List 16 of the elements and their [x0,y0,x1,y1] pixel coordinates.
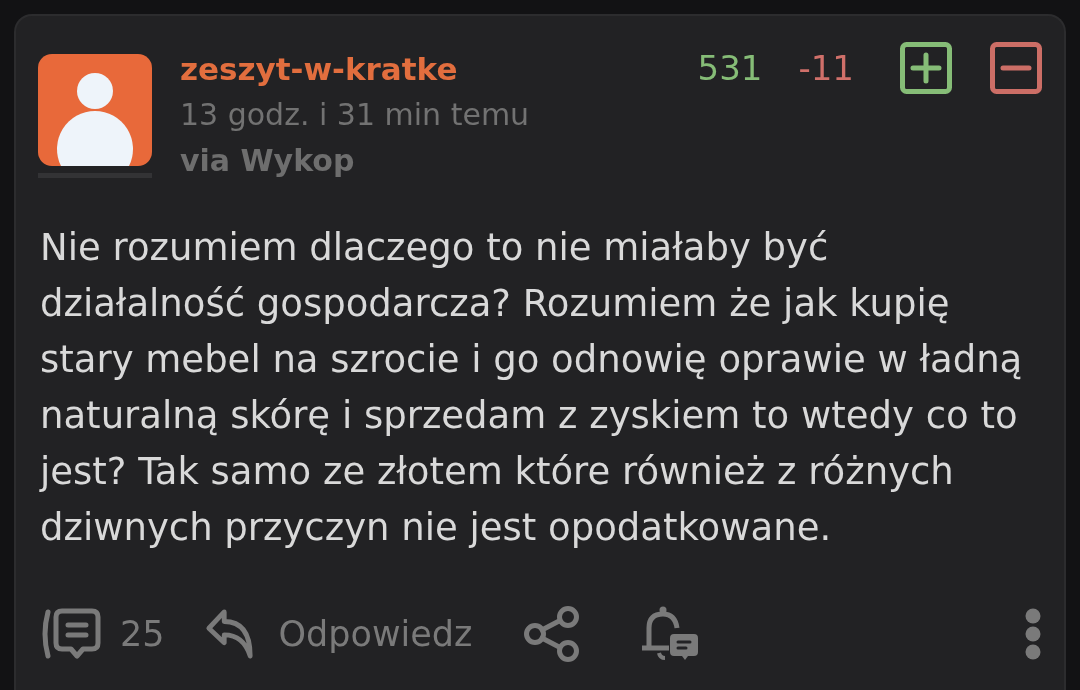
avatar-icon[interactable] [38,54,152,166]
more-options-icon[interactable] [1024,608,1042,660]
post-text: Nie rozumiem dlaczego to nie miałaby być działalność gospodarcza? Rozumiem że jak kupię stary mebel na szrocie i go odnowię oprawie w ładną naturalną skórę i sprzedam z zyskiem to wtedy co to jest? Tak samo ze złotem które również z różnych dziwnych przyczyn nie jest opodatkowane. [40,225,1024,551]
upvote-count: 531 [697,47,763,90]
comment-bubble-icon [40,607,102,661]
comments-button[interactable]: 25 [40,607,165,661]
post-time: 13 godz. i 31 min temu [180,96,530,134]
reply-button[interactable]: Odpowiedz [204,608,473,660]
downvote-count: -11 [798,47,854,90]
username-link[interactable]: zeszyt-w-kratke [180,46,530,92]
downvote-minus-icon[interactable] [990,42,1042,94]
share-icon[interactable] [523,606,582,662]
post-source: via Wykop [180,142,356,180]
reply-arrow-icon [204,608,255,660]
bell-message-icon[interactable] [641,606,700,662]
upvote-plus-icon[interactable] [900,42,952,94]
